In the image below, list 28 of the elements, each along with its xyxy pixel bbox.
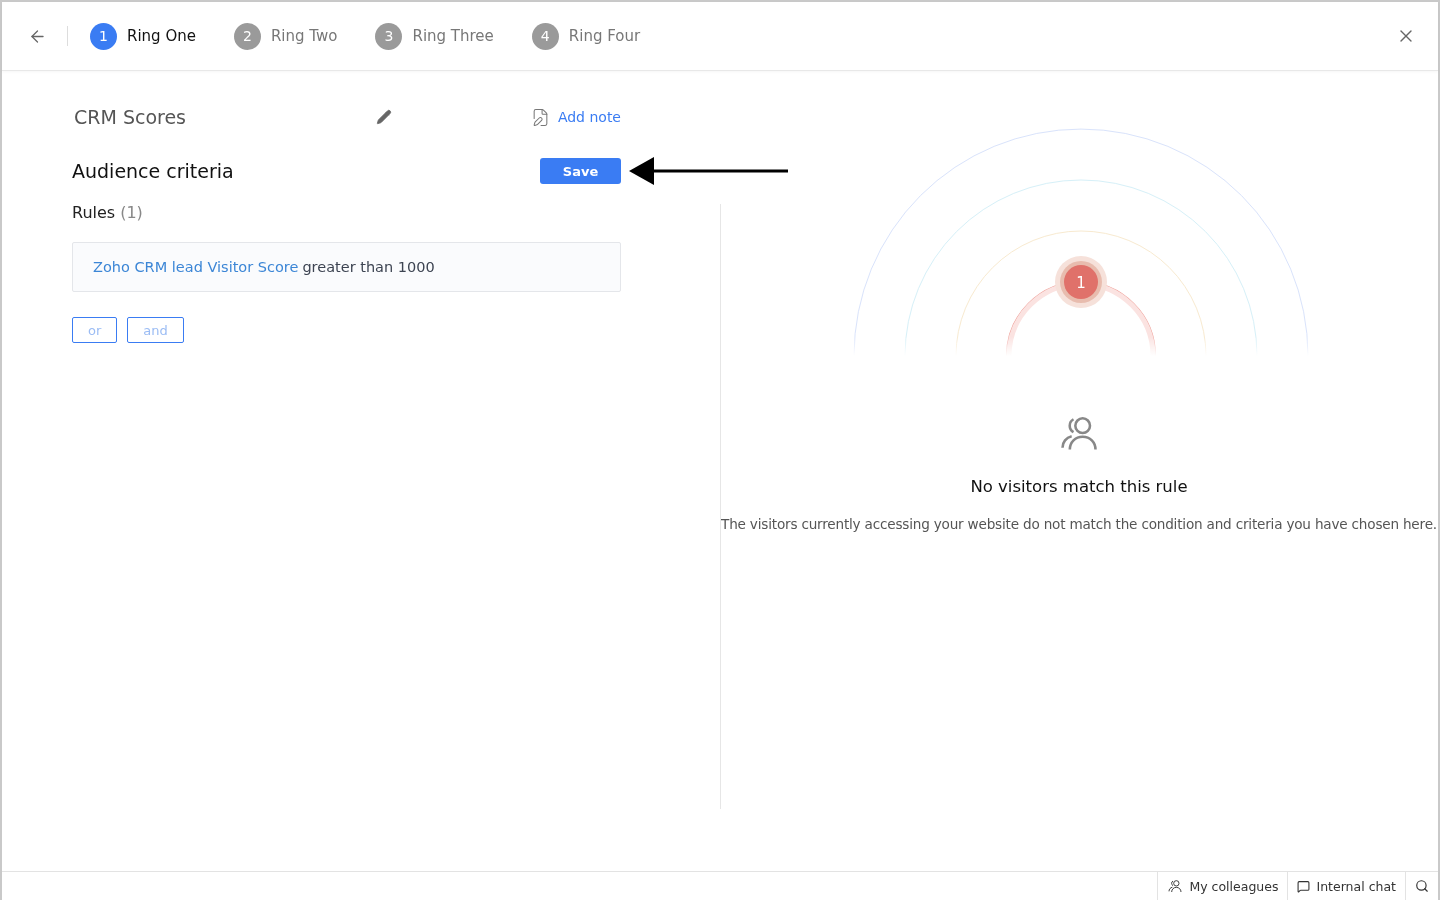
step-label: Ring Four [568, 27, 641, 45]
step-tab[interactable]: 1 Ring One [90, 22, 196, 50]
step-number: 2 [233, 22, 261, 50]
step-number: 4 [531, 22, 559, 50]
add-note-link[interactable]: Add note [530, 107, 621, 127]
empty-title: No visitors match this rule [970, 477, 1188, 496]
visitor-count: 1 [1076, 274, 1086, 292]
step-tab[interactable]: 4 Ring Four [531, 22, 641, 50]
step-label: Ring Three [412, 27, 494, 45]
step-number: 1 [90, 22, 117, 50]
section-title: Audience criteria [72, 160, 235, 182]
score-name: CRM Scores [73, 106, 187, 128]
search-icon [1415, 879, 1429, 893]
step-tab[interactable]: 3 Ring Three [375, 22, 494, 50]
save-button[interactable]: Save [540, 158, 621, 184]
rule-card[interactable]: Zoho CRM lead Visitor Score greater than 1000 [72, 242, 621, 292]
rule-condition: greater than 1000 [302, 259, 435, 275]
step-label: Ring One [127, 27, 196, 45]
step-label: Ring Two [270, 27, 338, 45]
rules-count: (1) [120, 203, 143, 222]
edit-button[interactable] [376, 109, 392, 125]
chat-icon [1297, 879, 1311, 893]
step-tab[interactable]: 2 Ring Two [233, 22, 338, 50]
step-number: 3 [375, 22, 403, 50]
rule-field-link[interactable]: Zoho CRM lead Visitor Score [93, 259, 299, 275]
rules-label: Rules [72, 203, 116, 222]
people-icon [1167, 878, 1184, 894]
empty-description: The visitors currently accessing your website do not match the condition and criteria you have chosen here. [721, 516, 1437, 532]
